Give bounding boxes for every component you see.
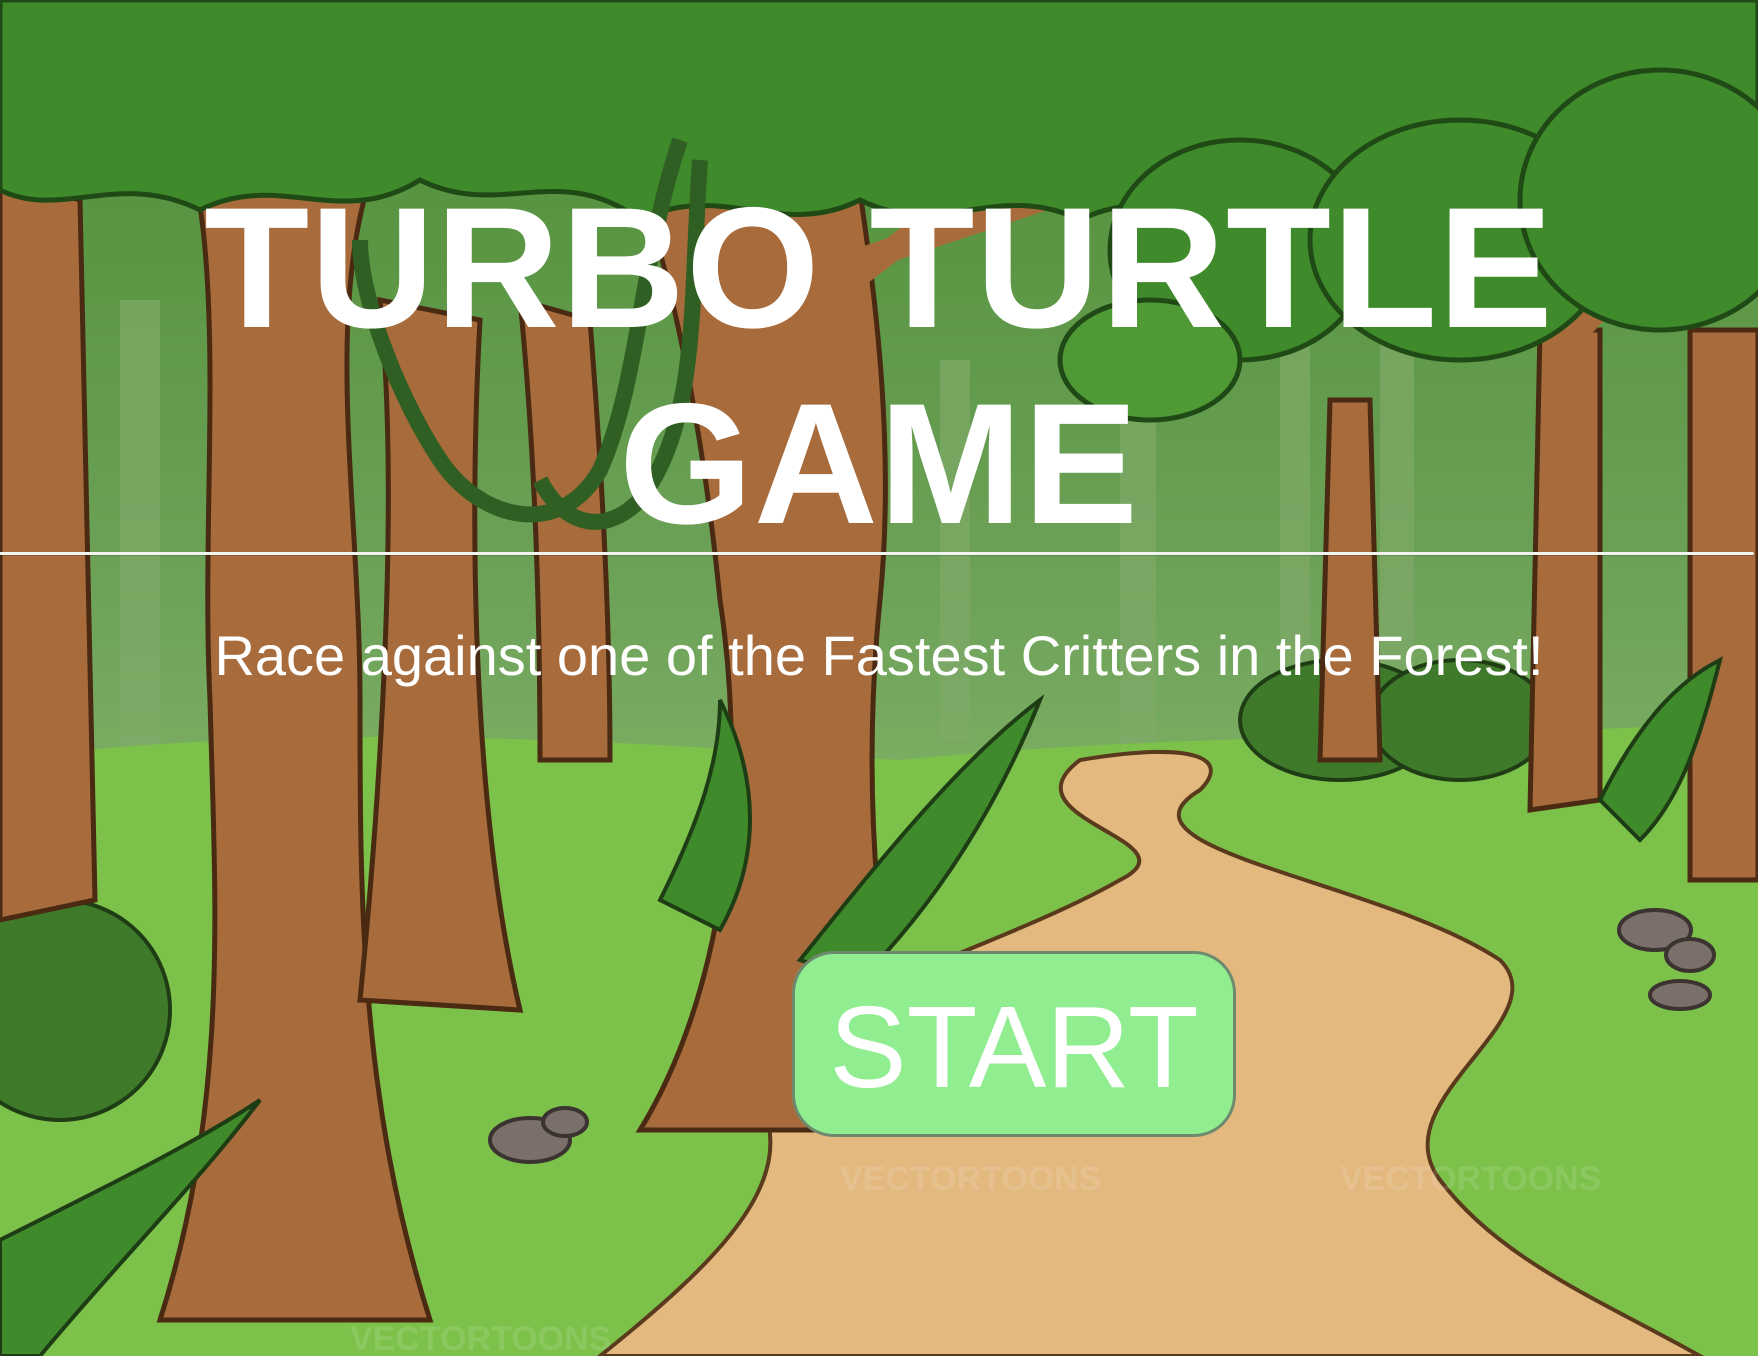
- game-title-line-1: TURBO TURTLE: [204, 172, 1554, 364]
- game-title-line-2: GAME: [619, 368, 1139, 560]
- title-divider: [0, 552, 1754, 555]
- game-subtitle: Race against one of the Fastest Critters…: [214, 624, 1544, 687]
- game-title: TURBO TURTLE GAME: [0, 170, 1758, 562]
- start-button[interactable]: START: [792, 951, 1236, 1137]
- game-screen: VECTORTOONS VECTORTOONS VECTORTOONS TURB…: [0, 0, 1758, 1356]
- title-screen: TURBO TURTLE GAME Race against one of th…: [0, 0, 1758, 1356]
